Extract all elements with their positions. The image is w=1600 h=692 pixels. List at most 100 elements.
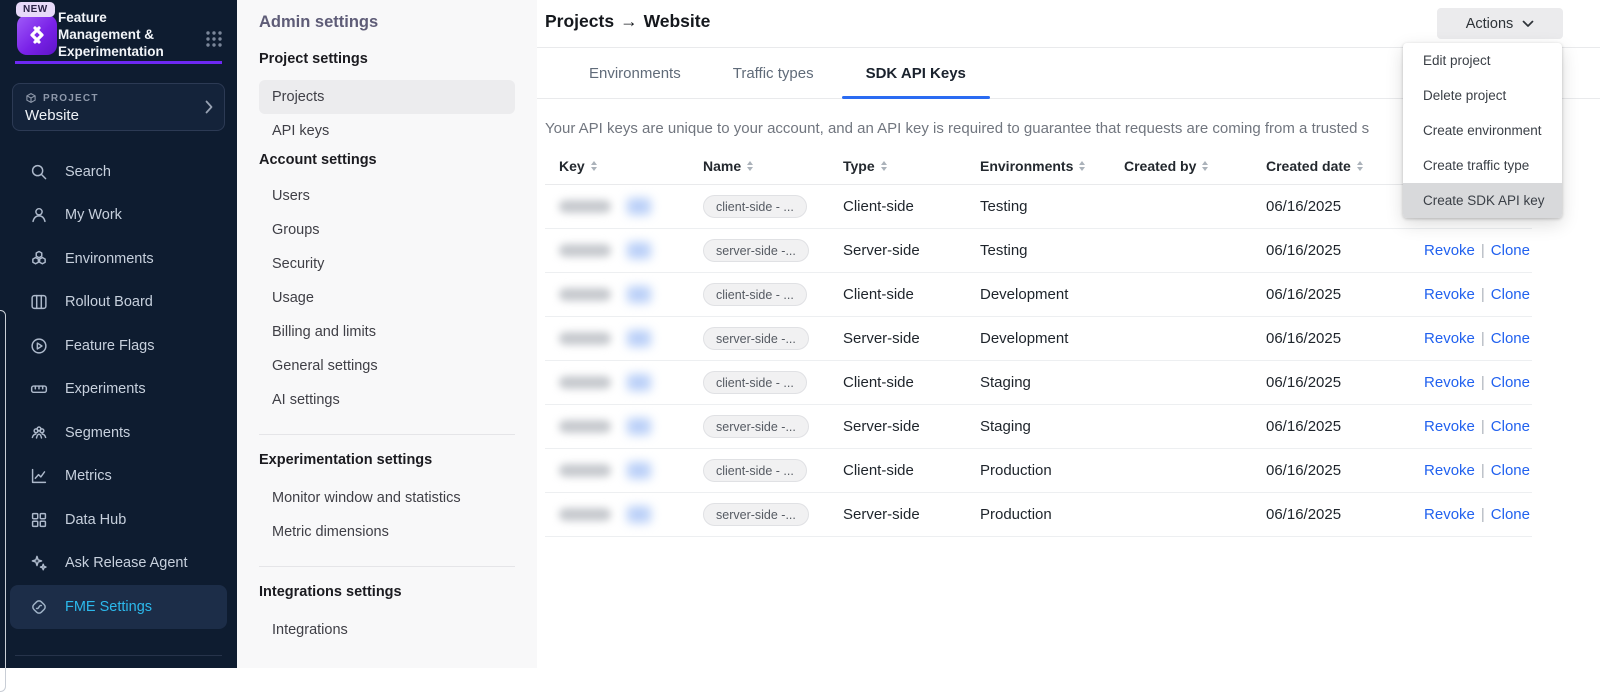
admin-item-monitor-window[interactable]: Monitor window and statistics: [259, 481, 515, 515]
column-header-environments[interactable]: Environments: [980, 158, 1124, 174]
key-environment: Development: [980, 330, 1124, 347]
user-icon: [28, 204, 50, 226]
key-name-badge[interactable]: client-side - ...: [703, 459, 807, 482]
key-name-badge[interactable]: client-side - ...: [703, 371, 807, 394]
table-header-row: Key Name Type Environments Created by Cr…: [545, 148, 1532, 185]
sidebar-item-my-work[interactable]: My Work: [0, 194, 237, 238]
created-date: 06/16/2025: [1266, 286, 1408, 303]
sidebar-item-environments[interactable]: Environments: [0, 237, 237, 281]
revoke-link[interactable]: Revoke: [1424, 286, 1475, 303]
product-logo-icon[interactable]: [17, 15, 57, 55]
sort-icon[interactable]: [1357, 161, 1363, 171]
sort-icon[interactable]: [591, 161, 597, 171]
sort-icon[interactable]: [881, 161, 887, 171]
sort-icon[interactable]: [1079, 161, 1085, 171]
revoke-link[interactable]: Revoke: [1424, 242, 1475, 259]
copy-key-icon[interactable]: [627, 330, 651, 347]
action-separator: |: [1481, 418, 1485, 435]
clone-link[interactable]: Clone: [1491, 462, 1530, 479]
key-environment: Testing: [980, 242, 1124, 259]
revoke-link[interactable]: Revoke: [1424, 418, 1475, 435]
admin-item-usage[interactable]: Usage: [259, 281, 515, 315]
project-selector[interactable]: PROJECT Website: [12, 83, 225, 131]
revoke-link[interactable]: Revoke: [1424, 506, 1475, 523]
revoke-link[interactable]: Revoke: [1424, 374, 1475, 391]
revoke-link[interactable]: Revoke: [1424, 462, 1475, 479]
sidebar-item-label: Environments: [65, 251, 154, 267]
sidebar-item-metrics[interactable]: Metrics: [0, 455, 237, 499]
copy-key-icon[interactable]: [627, 418, 651, 435]
sidebar-item-experiments[interactable]: Experiments: [0, 368, 237, 412]
breadcrumb-current: Website: [644, 11, 711, 31]
key-name-badge[interactable]: server-side -...: [703, 327, 809, 350]
edge-drawer-handle[interactable]: [0, 310, 6, 692]
admin-item-integrations[interactable]: Integrations: [259, 613, 515, 647]
divider: [259, 434, 515, 435]
key-name-badge[interactable]: server-side -...: [703, 415, 809, 438]
sidebar-item-segments[interactable]: Segments: [0, 411, 237, 455]
menu-item-create-traffic-type[interactable]: Create traffic type: [1403, 148, 1562, 183]
key-type: Server-side: [843, 506, 980, 523]
tab-traffic-types[interactable]: Traffic types: [707, 48, 840, 98]
copy-key-icon[interactable]: [627, 374, 651, 391]
divider: [259, 566, 515, 567]
key-name-badge[interactable]: client-side - ...: [703, 283, 807, 306]
copy-key-icon[interactable]: [627, 286, 651, 303]
sidebar-item-search[interactable]: Search: [0, 150, 237, 194]
copy-key-icon[interactable]: [627, 198, 651, 215]
revoke-link[interactable]: Revoke: [1424, 330, 1475, 347]
column-header-type[interactable]: Type: [843, 158, 980, 174]
sidebar-item-ask-release-agent[interactable]: Ask Release Agent: [0, 542, 237, 586]
project-name: Website: [25, 107, 212, 124]
tab-environments[interactable]: Environments: [563, 48, 707, 98]
admin-item-security[interactable]: Security: [259, 247, 515, 281]
column-header-name[interactable]: Name: [703, 158, 843, 174]
sidebar-item-fme-settings[interactable]: FME Settings: [10, 585, 227, 629]
actions-button[interactable]: Actions: [1437, 8, 1563, 39]
tab-sdk-api-keys[interactable]: SDK API Keys: [840, 48, 992, 98]
app-switcher-icon[interactable]: [205, 30, 223, 48]
menu-item-create-environment[interactable]: Create environment: [1403, 113, 1562, 148]
cube-icon: [25, 92, 37, 104]
sort-icon[interactable]: [1202, 161, 1208, 171]
clone-link[interactable]: Clone: [1491, 374, 1530, 391]
admin-item-metric-dimensions[interactable]: Metric dimensions: [259, 515, 515, 549]
sidebar-item-feature-flags[interactable]: Feature Flags: [0, 324, 237, 368]
menu-item-create-sdk-api-key[interactable]: Create SDK API key: [1403, 183, 1562, 218]
key-name-badge[interactable]: server-side -...: [703, 503, 809, 526]
key-type: Server-side: [843, 242, 980, 259]
admin-item-projects[interactable]: Projects: [259, 80, 515, 114]
menu-item-delete-project[interactable]: Delete project: [1403, 78, 1562, 113]
admin-item-billing-and-limits[interactable]: Billing and limits: [259, 315, 515, 349]
copy-key-icon[interactable]: [627, 506, 651, 523]
sidebar-item-data-hub[interactable]: Data Hub: [0, 498, 237, 542]
key-name-badge[interactable]: client-side - ...: [703, 195, 807, 218]
column-header-created-by[interactable]: Created by: [1124, 158, 1266, 174]
copy-key-icon[interactable]: [627, 242, 651, 259]
breadcrumb-parent[interactable]: Projects: [545, 11, 614, 31]
sidebar-item-label: Search: [65, 164, 111, 180]
hexagons-icon: [28, 248, 50, 270]
api-key-cell: [545, 506, 703, 523]
key-type: Client-side: [843, 374, 980, 391]
search-icon: [28, 161, 50, 183]
admin-item-users[interactable]: Users: [259, 179, 515, 213]
clone-link[interactable]: Clone: [1491, 330, 1530, 347]
admin-item-ai-settings[interactable]: AI settings: [259, 383, 515, 417]
sort-icon[interactable]: [747, 161, 753, 171]
menu-item-edit-project[interactable]: Edit project: [1403, 43, 1562, 78]
clone-link[interactable]: Clone: [1491, 418, 1530, 435]
copy-key-icon[interactable]: [627, 462, 651, 479]
clone-link[interactable]: Clone: [1491, 242, 1530, 259]
table-row: client-side - ... Client-side Production…: [545, 449, 1532, 493]
admin-item-api-keys[interactable]: API keys: [259, 114, 515, 148]
clone-link[interactable]: Clone: [1491, 286, 1530, 303]
table-row: server-side -... Server-side Staging 06/…: [545, 405, 1532, 449]
sidebar-item-rollout-board[interactable]: Rollout Board: [0, 281, 237, 325]
key-name-badge[interactable]: server-side -...: [703, 239, 809, 262]
admin-item-groups[interactable]: Groups: [259, 213, 515, 247]
admin-item-general-settings[interactable]: General settings: [259, 349, 515, 383]
column-header-created-date[interactable]: Created date: [1266, 158, 1408, 174]
clone-link[interactable]: Clone: [1491, 506, 1530, 523]
column-header-key[interactable]: Key: [545, 158, 703, 174]
